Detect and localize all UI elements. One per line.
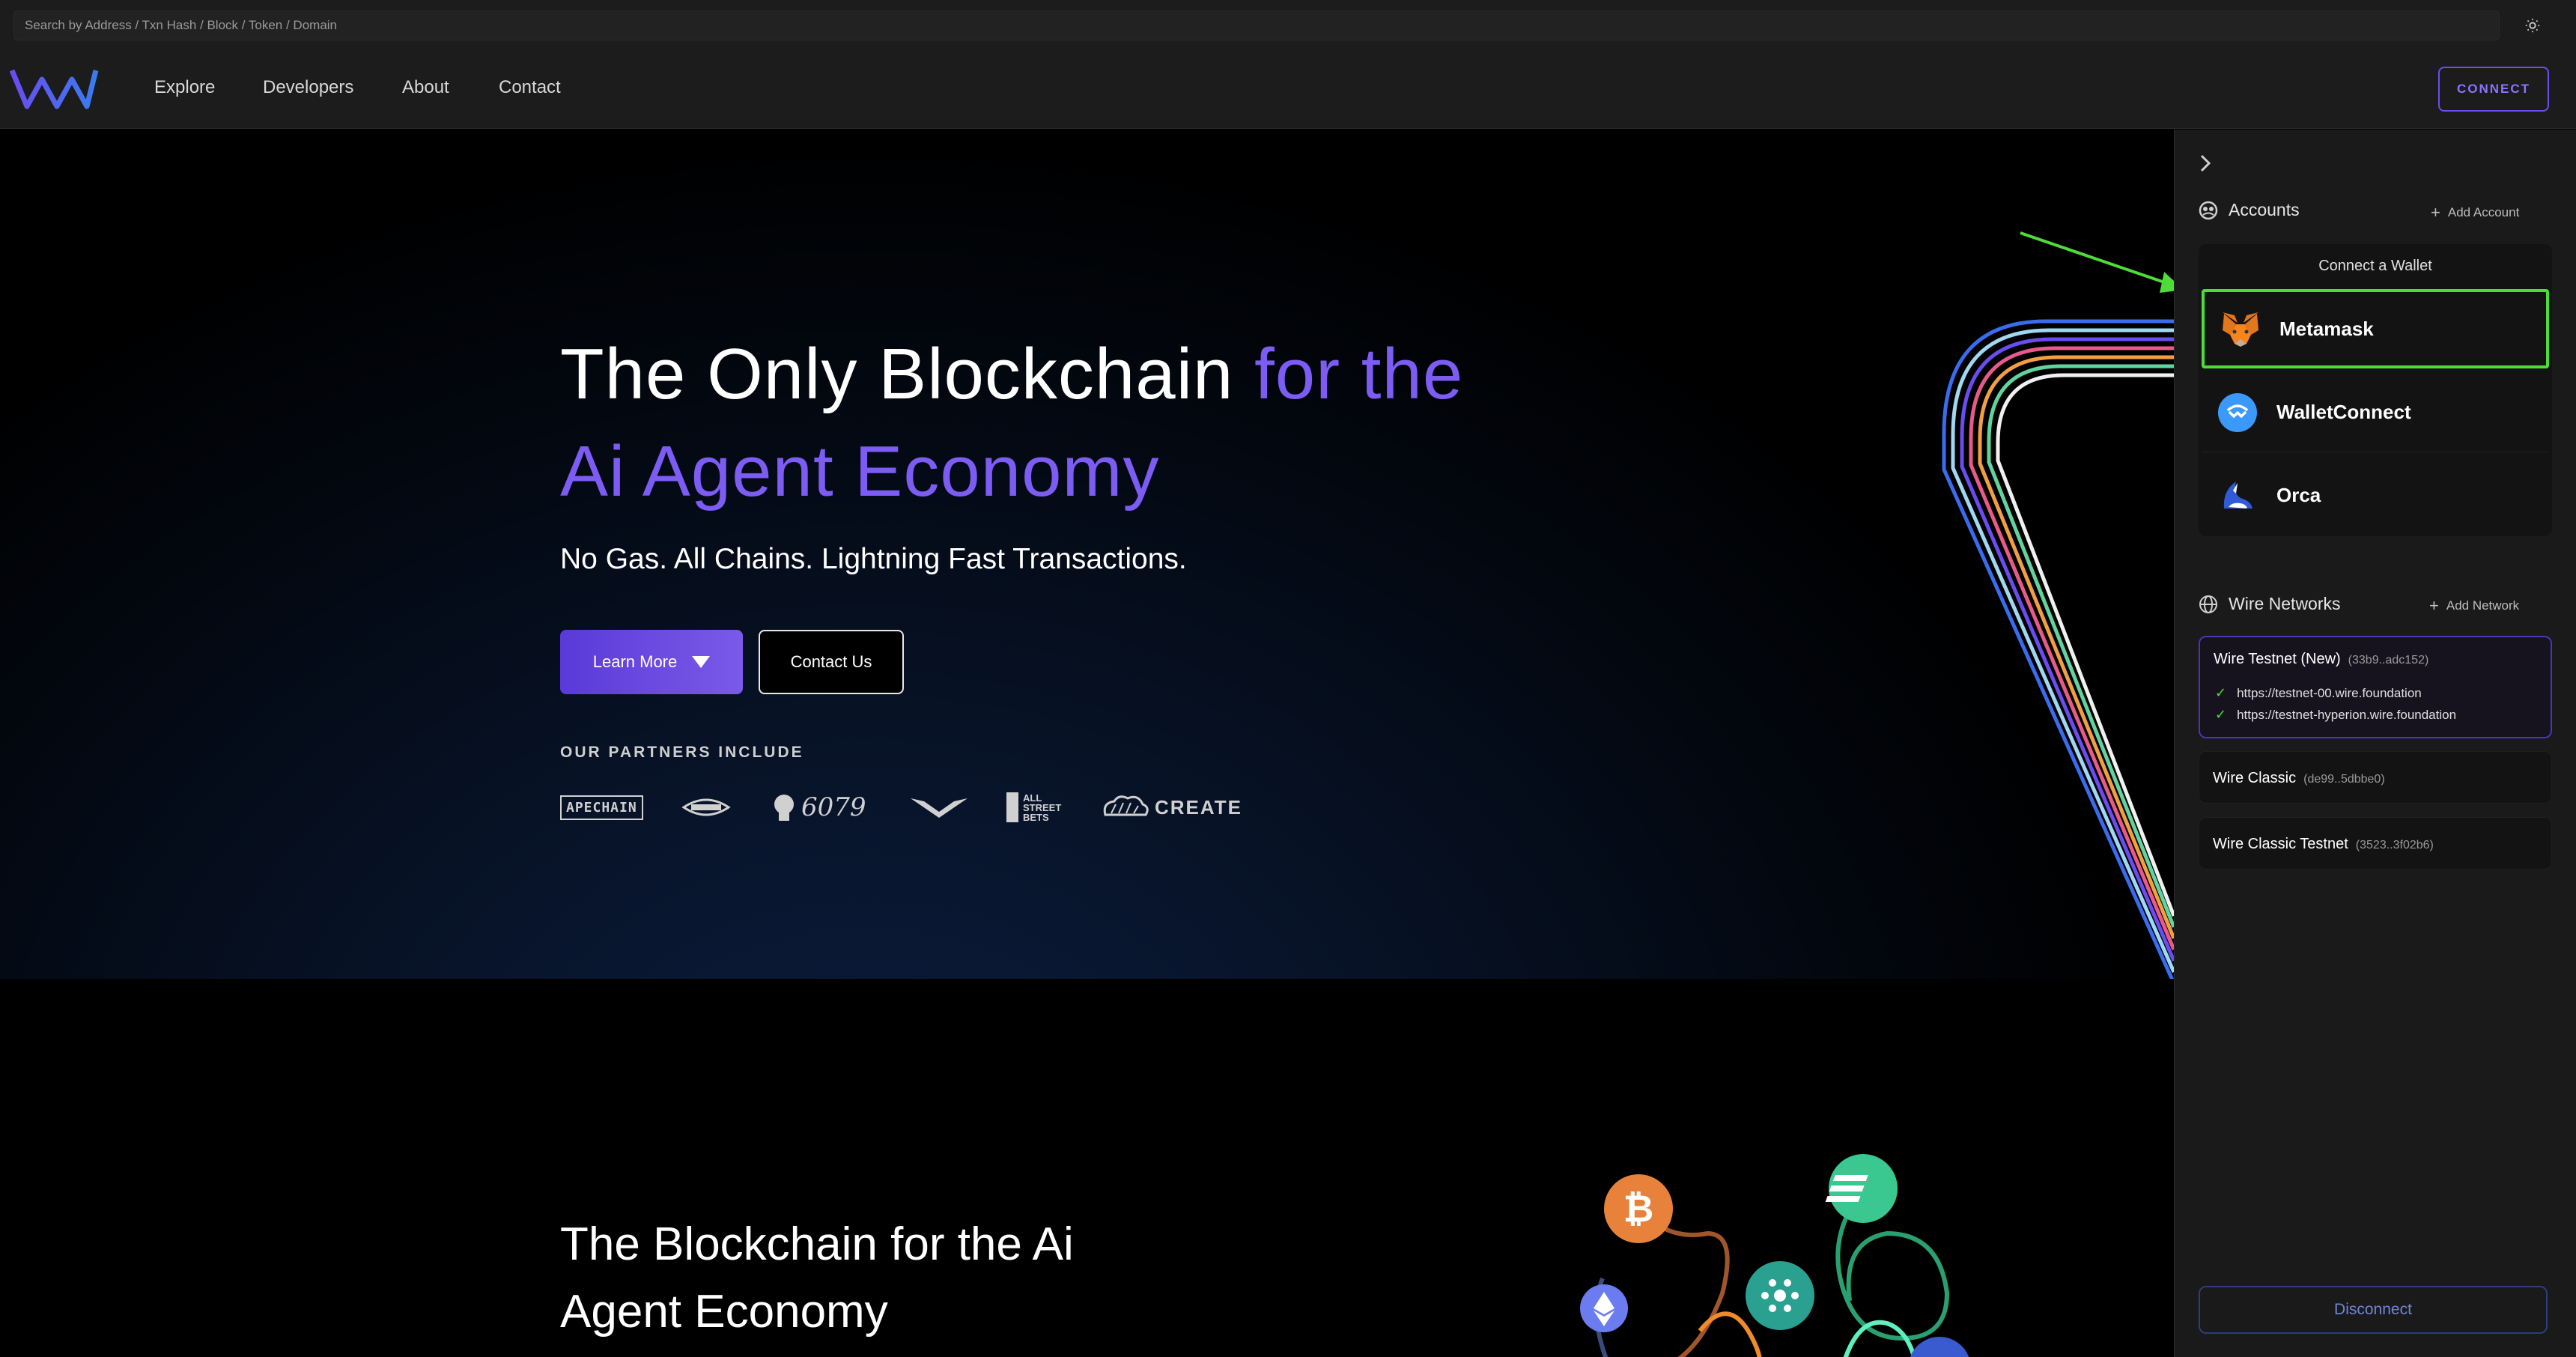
metamask-label: Metamask [2279,317,2374,340]
networks-header: Wire Networks [2199,594,2341,614]
sun-icon [2525,18,2540,33]
nav-contact[interactable]: Contact [499,77,561,98]
partner-logo-allstreetbets: ALL STREET BETS [1006,785,1074,830]
walletconnect-label: WalletConnect [2276,401,2411,423]
network-card-wire-classic[interactable]: Wire Classic (de99..5dbbe0) [2199,751,2552,804]
crypto-coins-graphic: ₿ [1580,1154,1969,1357]
metamask-fox-icon [2220,308,2261,350]
endpoint-url: https://testnet-00.wire.foundation [2237,685,2422,700]
endpoint-row: ✓ https://testnet-00.wire.foundation [2215,685,2422,701]
hero-title-accent: for the [1254,334,1464,414]
nav-about[interactable]: About [402,77,449,98]
learn-more-button[interactable]: Learn More [560,630,743,694]
orca-label: Orca [2276,483,2321,506]
endpoint-row: ✓ https://testnet-hyperion.wire.foundati… [2215,707,2456,723]
hero-subtitle: No Gas. All Chains. Lightning Fast Trans… [560,543,1187,575]
partner-logo-create: CREATE [1101,785,1242,830]
network-hash: (3523..3f02b6) [2355,839,2434,851]
network-name: Wire Classic [2213,770,2297,786]
globe-icon [2199,595,2217,613]
ethereum-icon [1580,1284,1628,1332]
hero-title: The Only Blockchain for the Ai Agent Econ… [560,326,1609,520]
endpoint-url: https://testnet-hyperion.wire.foundation [2237,707,2457,722]
add-account-label: Add Account [2447,205,2520,219]
network-name: Wire Classic Testnet [2213,836,2348,852]
walletconnect-icon [2217,392,2258,434]
caret-down-icon [692,656,711,668]
connect-button[interactable]: CONNECT [2438,67,2549,112]
orca-icon [2217,474,2258,516]
svg-text:₿: ₿ [1623,1187,1654,1230]
networks-label: Wire Networks [2229,594,2341,613]
plus-icon: + [2431,203,2440,222]
partner-logo-6079: 6079 [771,785,866,830]
network-name: Wire Testnet (New) [2214,651,2341,667]
pointer-arrow-annotation [2020,231,2184,293]
network-title: Wire Classic (de99..5dbbe0) [2213,770,2385,787]
partner-logos: APECHAIN 6079 ALL STREET BETS CREATE [560,785,1309,830]
network-title: Wire Testnet (New) (33b9..adc152) [2214,651,2428,668]
hero-title-accent-2: Ai Agent Economy [560,431,1160,511]
hero-section: The Only Blockchain for the Ai Agent Econ… [0,130,2174,979]
wallet-side-panel: Accounts + Add Account Connect a Wallet … [2174,130,2576,1357]
partner-logo-crest [680,785,732,830]
add-account-button[interactable]: + Add Account [2431,203,2519,222]
nav-developers[interactable]: Developers [263,77,353,98]
accounts-label: Accounts [2229,200,2300,219]
theme-toggle-button[interactable] [2519,12,2546,39]
accounts-header: Accounts [2199,200,2300,220]
search-bar [0,0,2576,49]
cardano-icon [1746,1261,1814,1330]
solana-icon [1825,1154,1898,1223]
network-hash: (de99..5dbbe0) [2303,773,2385,786]
nav-explore[interactable]: Explore [154,77,215,98]
check-icon: ✓ [2215,685,2227,700]
wallet-option-orca[interactable]: Orca [2202,455,2549,535]
disconnect-button[interactable]: Disconnect [2199,1286,2548,1334]
wallet-option-metamask[interactable]: Metamask [2202,289,2549,368]
network-hash: (33b9..adc152) [2348,654,2429,667]
section-title: The Blockchain for the Ai Agent Economy [560,1218,1074,1338]
accounts-icon [2199,201,2218,219]
plus-icon: + [2429,596,2439,615]
partners-heading: OUR PARTNERS INCLUDE [560,744,804,761]
rainbow-rails-graphic [1942,319,2174,979]
wallet-list: Connect a Wallet Metamask WalletConnect … [2199,244,2552,536]
partner-logo-apechain: APECHAIN [560,785,643,830]
add-network-button[interactable]: + Add Network [2429,596,2519,616]
chain-token-icon [1910,1337,1969,1357]
network-card-wire-classic-testnet[interactable]: Wire Classic Testnet (3523..3f02b6) [2199,817,2552,869]
connect-wallet-heading: Connect a Wallet [2318,258,2432,274]
chevron-right-icon[interactable] [2194,152,2217,174]
learn-more-label: Learn More [592,652,678,671]
main-nav: Explore Developers About Contact CONNECT [0,49,2576,129]
partner-logo-wing [909,785,969,830]
network-title: Wire Classic Testnet (3523..3f02b6) [2213,836,2434,853]
section-blockchain-economy: The Blockchain for the Ai Agent Economy … [0,979,2174,1357]
contact-us-button[interactable]: Contact Us [759,630,904,694]
wire-logo[interactable] [9,64,99,112]
hero-title-main: The Only Blockchain [560,334,1255,414]
add-network-label: Add Network [2446,598,2520,613]
network-card-wire-testnet[interactable]: Wire Testnet (New) (33b9..adc152) ✓ http… [2199,636,2552,738]
wallet-option-walletconnect[interactable]: WalletConnect [2202,373,2549,452]
bitcoin-icon: ₿ [1604,1174,1673,1243]
search-input[interactable] [13,10,2500,40]
check-icon: ✓ [2215,707,2227,722]
